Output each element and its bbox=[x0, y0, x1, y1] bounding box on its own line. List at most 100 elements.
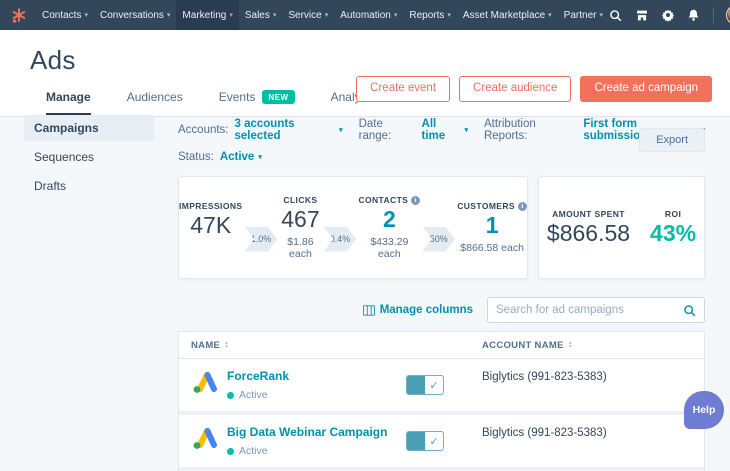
campaign-name-link[interactable]: Big Data Webinar Campaign bbox=[227, 425, 387, 439]
sidebar-item-drafts[interactable]: Drafts bbox=[24, 173, 154, 199]
sidebar-item-campaigns[interactable]: Campaigns bbox=[24, 115, 154, 141]
contacts-rate: 0.4% bbox=[329, 234, 351, 244]
campaign-toggle[interactable]: ✓ bbox=[406, 431, 444, 451]
sort-icon: ▲ ▼ bbox=[224, 340, 230, 350]
toggle-on-track bbox=[407, 432, 425, 450]
nav-label: Conversations bbox=[99, 9, 164, 21]
chevron-down-icon: ▾ bbox=[166, 11, 171, 19]
stats-cards: IMPRESSIONS 47K 1.0% CLICKS 467 $1.86 ea… bbox=[178, 176, 705, 279]
create-ad-campaign-button[interactable]: Create ad campaign bbox=[580, 76, 712, 102]
tab-manage[interactable]: Manage bbox=[46, 90, 91, 116]
status-label: Active bbox=[239, 389, 268, 401]
table-header: NAME ▲ ▼ ACCOUNT NAME ▲ ▼ bbox=[179, 332, 704, 359]
toggle-check-icon: ✓ bbox=[429, 435, 439, 448]
status-label: Active bbox=[239, 445, 268, 457]
accounts-filter-label: Accounts: bbox=[178, 124, 229, 136]
campaign-search-input[interactable] bbox=[496, 304, 683, 316]
export-button[interactable]: Export bbox=[639, 128, 705, 152]
nav-item-sales[interactable]: Sales ▾ bbox=[239, 0, 283, 30]
impressions-sub bbox=[179, 242, 242, 254]
clicks-rate: 1.0% bbox=[250, 234, 272, 244]
manage-columns-label: Manage columns bbox=[379, 304, 473, 316]
page-title: Ads bbox=[30, 45, 76, 75]
create-audience-button[interactable]: Create audience bbox=[459, 76, 572, 102]
nav-item-service[interactable]: Service ▾ bbox=[282, 0, 334, 30]
contacts-metric: CONTACTS i 2 $433.29 each bbox=[358, 195, 421, 260]
nav-item-marketing[interactable]: Marketing ▾ bbox=[176, 0, 239, 30]
attribution-filter-label: Attribution Reports: bbox=[483, 118, 536, 142]
user-avatar[interactable] bbox=[725, 5, 730, 25]
nav-divider bbox=[712, 7, 714, 23]
customers-metric: CUSTOMERS i 1 $866.58 each bbox=[457, 201, 527, 254]
campaign-toggle[interactable]: ✓ bbox=[406, 375, 444, 395]
info-icon[interactable]: i bbox=[411, 195, 421, 205]
amount-spent-metric: AMOUNT SPENT $866.58 bbox=[547, 209, 630, 246]
campaign-name-link[interactable]: ForceRank bbox=[227, 369, 289, 383]
impressions-metric: IMPRESSIONS 47K bbox=[179, 201, 242, 253]
column-header-account-name[interactable]: ACCOUNT NAME ▲ ▼ bbox=[482, 340, 692, 351]
clicks-sub: $1.86 each bbox=[287, 235, 314, 260]
status-filter-value: Active bbox=[219, 151, 255, 163]
tab-audiences[interactable]: Audiences bbox=[127, 90, 183, 116]
customers-sub: $866.58 each bbox=[460, 241, 524, 254]
header-actions: Create event Create audience Create ad c… bbox=[356, 76, 712, 102]
accounts-filter: Accounts: 3 accounts selected ▾ bbox=[178, 118, 343, 142]
toggle-on-track bbox=[407, 376, 425, 394]
funnel-arrow-icon: 0.4% bbox=[323, 226, 357, 252]
tab-label: Events bbox=[218, 90, 256, 104]
filter-row-2: Status: Active ▾ bbox=[178, 151, 705, 163]
column-header-name[interactable]: NAME ▲ ▼ bbox=[191, 340, 406, 351]
create-event-button[interactable]: Create event bbox=[356, 76, 451, 102]
manage-columns-button[interactable]: Manage columns bbox=[362, 304, 473, 316]
google-ads-icon bbox=[193, 428, 217, 449]
nav-item-partner[interactable]: Partner ▾ bbox=[558, 0, 609, 30]
nav-item-conversations[interactable]: Conversations ▾ bbox=[94, 0, 176, 30]
info-icon[interactable]: i bbox=[518, 201, 527, 211]
notifications-bell-icon[interactable] bbox=[687, 8, 701, 22]
hubspot-logo-icon[interactable] bbox=[10, 6, 28, 24]
contacts-value: 2 bbox=[382, 206, 396, 233]
amount-spent-label: AMOUNT SPENT bbox=[552, 208, 625, 219]
campaign-status: Active bbox=[227, 445, 387, 457]
column-label: NAME bbox=[191, 339, 221, 351]
contacts-sub: $433.29 each bbox=[370, 235, 409, 260]
search-icon[interactable] bbox=[683, 304, 696, 317]
nav-item-reports[interactable]: Reports ▾ bbox=[403, 0, 457, 30]
settings-gear-icon[interactable] bbox=[661, 8, 675, 22]
status-filter-dropdown[interactable]: Active ▾ bbox=[220, 151, 262, 163]
table-row: ForceRank Active ✓ Biglytics (991-823-53… bbox=[179, 359, 704, 415]
nav-label: Automation bbox=[340, 9, 391, 21]
customers-rate: 50% bbox=[429, 234, 448, 244]
tab-events[interactable]: Events NEW bbox=[219, 90, 295, 116]
impressions-label: IMPRESSIONS bbox=[179, 201, 243, 212]
google-ads-icon bbox=[193, 372, 217, 393]
customers-label: CUSTOMERS bbox=[457, 201, 515, 212]
date-range-filter-dropdown[interactable]: All time ▾ bbox=[422, 118, 468, 142]
impressions-value: 47K bbox=[190, 212, 232, 239]
marketplace-icon[interactable] bbox=[635, 8, 649, 22]
tab-label: Audiences bbox=[126, 90, 183, 104]
chevron-down-icon: ▾ bbox=[272, 11, 277, 19]
funnel-arrow-icon: 50% bbox=[422, 226, 456, 252]
filter-row-1: Accounts: 3 accounts selected ▾ Date rang… bbox=[178, 118, 705, 142]
sort-icon: ▲ ▼ bbox=[567, 340, 573, 350]
status-filter: Status: Active ▾ bbox=[178, 151, 262, 163]
nav-item-automation[interactable]: Automation ▾ bbox=[334, 0, 403, 30]
date-range-filter-label: Date range: bbox=[358, 118, 392, 142]
help-button[interactable]: Help bbox=[684, 391, 724, 429]
nav-item-asset-marketplace[interactable]: Asset Marketplace ▾ bbox=[457, 0, 558, 30]
chevron-down-icon: ▾ bbox=[339, 126, 343, 134]
roi-metric: ROI 43% bbox=[650, 209, 696, 246]
status-dot-icon bbox=[227, 391, 234, 399]
chevron-down-icon: ▾ bbox=[229, 11, 233, 19]
nav-label: Service bbox=[288, 9, 322, 21]
clicks-metric: CLICKS 467 $1.86 each bbox=[279, 195, 321, 259]
campaign-search bbox=[487, 297, 705, 323]
nav-item-contacts[interactable]: Contacts ▾ bbox=[36, 0, 94, 30]
accounts-filter-dropdown[interactable]: 3 accounts selected ▾ bbox=[235, 118, 343, 142]
chevron-down-icon: ▾ bbox=[464, 126, 468, 134]
status-filter-label: Status: bbox=[178, 151, 214, 163]
campaign-status: Active bbox=[227, 389, 289, 401]
sidebar-item-sequences[interactable]: Sequences bbox=[24, 144, 154, 170]
search-icon[interactable] bbox=[609, 8, 623, 22]
